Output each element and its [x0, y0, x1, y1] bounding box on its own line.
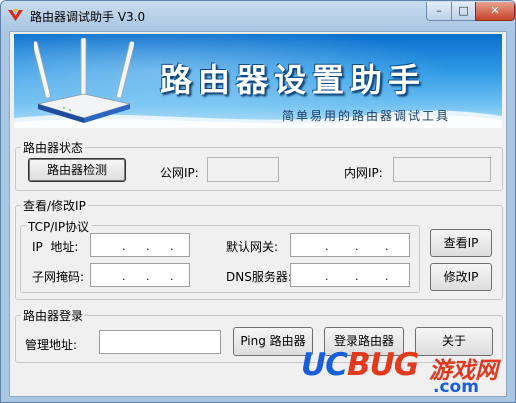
ip-address-label: IP 地址:: [32, 240, 79, 254]
ip-octet-separator: .: [146, 240, 150, 253]
ip-octet-separator: .: [325, 240, 329, 253]
window-title: 路由器调试助手 V3.0: [30, 10, 146, 24]
lan-ip-field: [393, 157, 491, 182]
ip-octet-separator: .: [385, 270, 389, 283]
router-login-title: 路由器登录: [21, 307, 86, 324]
ip-settings-title: 查看/修改IP: [21, 197, 88, 214]
watermark-uc-text: UC: [301, 347, 348, 383]
ip-octet-separator: .: [355, 240, 359, 253]
tcpip-title: TCP/IP协议: [26, 218, 92, 235]
app-window: 路由器调试助手 V3.0 – □ ✕ 路由器设置助手 简单易用的路由器调试工具 …: [0, 0, 516, 403]
ip-octet-separator: .: [170, 270, 174, 283]
modify-ip-button[interactable]: 修改IP: [430, 263, 492, 291]
ucbug-watermark-logo: UC BUG 游戏网 .com: [301, 343, 511, 401]
close-button[interactable]: ✕: [475, 2, 515, 21]
maximize-button[interactable]: □: [451, 2, 476, 21]
ip-octet-separator: .: [146, 270, 150, 283]
gateway-input[interactable]: . . .: [290, 233, 410, 257]
ip-octet-separator: .: [385, 240, 389, 253]
wan-ip-label: 公网IP:: [160, 166, 199, 180]
router-illustration-icon: [34, 38, 134, 123]
admin-address-label: 管理地址:: [25, 338, 78, 352]
ip-octet-separator: .: [170, 240, 174, 253]
banner: 路由器设置助手 简单易用的路由器调试工具: [14, 34, 502, 128]
gateway-label: 默认网关:: [226, 240, 279, 254]
detect-router-button[interactable]: 路由器检测: [28, 158, 126, 182]
dns-server-input[interactable]: . . .: [290, 263, 410, 287]
lan-ip-label: 内网IP:: [344, 166, 383, 180]
subnet-mask-input[interactable]: . . .: [90, 263, 190, 287]
wan-ip-field: [207, 157, 279, 182]
ip-octet-separator: .: [122, 240, 126, 253]
title-bar[interactable]: 路由器调试助手 V3.0 – □ ✕: [1, 1, 515, 31]
banner-subtitle: 简单易用的路由器调试工具: [282, 109, 451, 123]
router-status-title: 路由器状态: [21, 139, 86, 156]
banner-title: 路由器设置助手: [160, 61, 427, 99]
ip-address-input[interactable]: . . .: [90, 233, 190, 257]
view-ip-button[interactable]: 查看IP: [430, 229, 492, 257]
watermark-com-text: .com: [433, 377, 479, 397]
ip-octet-separator: .: [325, 270, 329, 283]
ip-octet-separator: .: [355, 270, 359, 283]
app-logo-icon: [8, 9, 23, 21]
admin-address-input[interactable]: [99, 330, 221, 354]
minimize-button[interactable]: –: [426, 2, 452, 21]
subnet-mask-label: 子网掩码:: [32, 270, 85, 284]
watermark-bug-text: BUG: [347, 347, 419, 383]
ip-octet-separator: .: [122, 270, 126, 283]
dns-server-label: DNS服务器:: [226, 270, 292, 284]
